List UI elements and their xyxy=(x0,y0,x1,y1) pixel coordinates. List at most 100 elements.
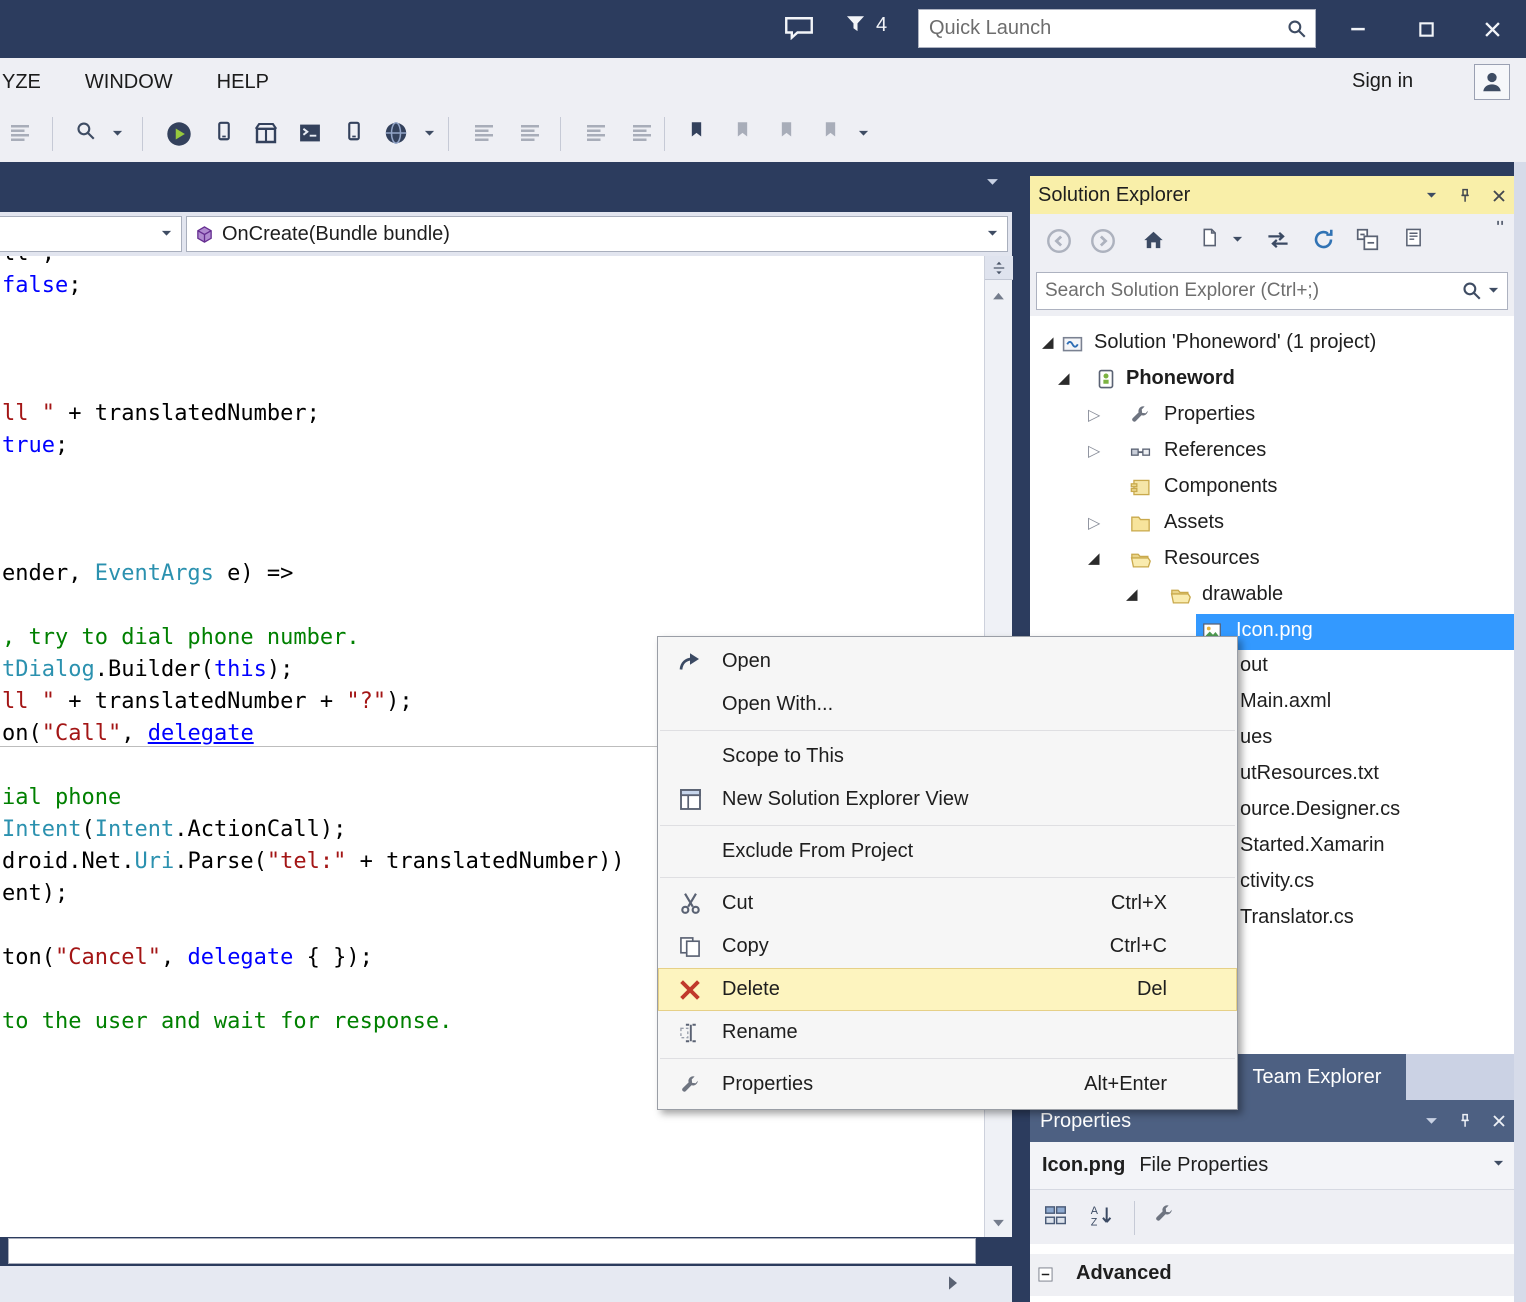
scroll-right-arrow-icon[interactable] xyxy=(948,1275,958,1291)
chevron-down-icon[interactable] xyxy=(1488,287,1499,294)
tree-item-components[interactable]: Components xyxy=(1030,470,1514,506)
tab-team-explorer[interactable]: Team Explorer xyxy=(1228,1054,1406,1100)
tree-item-clipped[interactable]: out xyxy=(1240,654,1268,677)
tree-item-clipped[interactable]: Translator.cs xyxy=(1240,906,1354,929)
navigate-backward-icon[interactable] xyxy=(472,121,496,145)
solution-explorer-title-bar[interactable]: Solution Explorer xyxy=(1030,176,1514,214)
categorized-icon[interactable] xyxy=(1044,1204,1067,1227)
start-debug-icon[interactable] xyxy=(166,121,192,147)
category-advanced[interactable]: Advanced xyxy=(1030,1254,1514,1296)
tree-item-clipped[interactable]: ctivity.cs xyxy=(1240,870,1314,893)
members-dropdown[interactable]: OnCreate(Bundle bundle) xyxy=(186,216,1008,252)
horizontal-scrollbar-track[interactable] xyxy=(8,1238,976,1264)
solution-explorer-search-input[interactable] xyxy=(1037,280,1462,302)
pin-icon[interactable] xyxy=(1454,1110,1476,1132)
menu-help[interactable]: HELP xyxy=(217,71,269,94)
collapsed-expander-icon[interactable]: ▷ xyxy=(1088,405,1100,425)
context-menu-scope-to-this[interactable]: Scope to This xyxy=(658,735,1237,778)
window-layout-icon[interactable] xyxy=(8,121,32,145)
properties-object-selector[interactable]: Icon.png File Properties xyxy=(1030,1142,1514,1190)
maximize-button[interactable] xyxy=(1404,12,1448,46)
window-position-chevron-icon[interactable] xyxy=(1420,185,1442,207)
split-editor-handle[interactable] xyxy=(985,256,1013,280)
context-menu-open-with[interactable]: Open With... xyxy=(658,683,1237,726)
device-target-icon[interactable] xyxy=(214,121,234,141)
toggle-bookmark-icon[interactable] xyxy=(688,121,705,138)
context-menu-rename[interactable]: Rename xyxy=(658,1011,1237,1054)
search-icon[interactable] xyxy=(1287,19,1307,39)
context-menu-properties[interactable]: PropertiesAlt+Enter xyxy=(658,1063,1237,1106)
close-icon[interactable] xyxy=(1488,185,1510,207)
toolbar-overflow-icon[interactable] xyxy=(1494,218,1507,231)
next-bookmark-icon[interactable] xyxy=(778,121,795,138)
expanded-expander-icon[interactable]: ◢ xyxy=(1088,549,1100,567)
context-menu-cut[interactable]: CutCtrl+X xyxy=(658,882,1237,925)
switch-views-icon[interactable] xyxy=(1266,228,1290,252)
context-menu-new-solution-explorer-view[interactable]: New Solution Explorer View xyxy=(658,778,1237,821)
tree-item-assets[interactable]: ▷Assets xyxy=(1030,506,1514,542)
back-icon[interactable] xyxy=(1046,228,1072,254)
navigate-forward-icon[interactable] xyxy=(518,121,542,145)
close-button[interactable] xyxy=(1470,12,1514,46)
tree-item-references[interactable]: ▷References xyxy=(1030,434,1514,470)
dropdown-caret-icon[interactable] xyxy=(112,130,123,137)
console-window-icon[interactable] xyxy=(298,121,322,145)
tree-item-phoneword[interactable]: ◢Phoneword xyxy=(1030,362,1514,398)
properties-pages-icon[interactable] xyxy=(1404,228,1423,247)
context-menu-exclude-from-project[interactable]: Exclude From Project xyxy=(658,830,1237,873)
emulator-icon[interactable] xyxy=(384,121,408,145)
tree-item-resources[interactable]: ◢Resources xyxy=(1030,542,1514,578)
collapsed-expander-icon[interactable]: ▷ xyxy=(1088,441,1100,461)
clear-bookmarks-icon[interactable] xyxy=(822,121,839,138)
menu-window[interactable]: WINDOW xyxy=(85,71,173,94)
sign-in-link[interactable]: Sign in xyxy=(1352,70,1413,93)
tree-item-drawable[interactable]: ◢drawable xyxy=(1030,578,1514,614)
chevron-down-icon[interactable] xyxy=(161,230,172,237)
context-menu-copy[interactable]: CopyCtrl+C xyxy=(658,925,1237,968)
chevron-down-icon[interactable] xyxy=(1493,1160,1504,1167)
context-menu-delete[interactable]: DeleteDel xyxy=(658,968,1237,1011)
refresh-icon[interactable] xyxy=(1312,228,1335,251)
scroll-up-arrow-icon[interactable] xyxy=(992,292,1005,300)
expanded-expander-icon[interactable]: ◢ xyxy=(1126,585,1138,603)
context-menu-open[interactable]: Open xyxy=(658,640,1237,683)
tree-item-clipped[interactable]: ues xyxy=(1240,726,1272,749)
home-icon[interactable] xyxy=(1142,228,1165,251)
tree-item-clipped[interactable]: utResources.txt xyxy=(1240,762,1379,785)
tree-item-clipped[interactable]: Main.axml xyxy=(1240,690,1331,713)
chevron-down-icon[interactable] xyxy=(986,178,999,187)
quick-launch-input[interactable] xyxy=(919,17,1287,40)
tree-item-properties[interactable]: ▷Properties xyxy=(1030,398,1514,434)
notifications-filter-icon[interactable] xyxy=(846,15,865,33)
package-icon[interactable] xyxy=(254,121,278,145)
menu-yze[interactable]: YZE xyxy=(2,71,41,94)
search-icon[interactable] xyxy=(1462,281,1482,301)
close-icon[interactable] xyxy=(1488,1110,1510,1132)
tree-item-clipped[interactable]: ource.Designer.cs xyxy=(1240,798,1400,821)
dropdown-caret-icon[interactable] xyxy=(858,130,869,137)
expanded-expander-icon[interactable]: ◢ xyxy=(1042,333,1054,351)
collapse-all-icon[interactable] xyxy=(1356,228,1379,251)
alphabetical-sort-icon[interactable]: AZ xyxy=(1090,1204,1113,1227)
chevron-down-icon[interactable] xyxy=(987,230,998,237)
types-dropdown[interactable] xyxy=(0,216,182,252)
expanded-expander-icon[interactable]: ◢ xyxy=(1058,369,1070,387)
tree-item-solution-phoneword-1-project[interactable]: ◢Solution 'Phoneword' (1 project) xyxy=(1030,326,1514,362)
dropdown-caret-icon[interactable] xyxy=(1232,236,1243,243)
property-pages-icon[interactable] xyxy=(1154,1204,1174,1224)
find-symbol-icon[interactable] xyxy=(76,121,96,141)
notification-count[interactable]: 4 xyxy=(876,14,887,37)
scroll-down-arrow-icon[interactable] xyxy=(992,1219,1005,1227)
dropdown-caret-icon[interactable] xyxy=(424,130,435,137)
forward-icon[interactable] xyxy=(1090,228,1116,254)
user-avatar-icon[interactable] xyxy=(1474,64,1510,100)
feedback-icon[interactable] xyxy=(784,16,814,40)
list-members-icon[interactable] xyxy=(584,121,608,145)
collapse-icon[interactable] xyxy=(1038,1267,1053,1282)
sync-with-active-document-icon[interactable] xyxy=(1200,228,1219,247)
pin-icon[interactable] xyxy=(1454,185,1476,207)
previous-bookmark-icon[interactable] xyxy=(734,121,751,138)
minimize-button[interactable] xyxy=(1336,12,1380,46)
device-portrait-icon[interactable] xyxy=(344,121,364,141)
collapsed-expander-icon[interactable]: ▷ xyxy=(1088,513,1100,533)
